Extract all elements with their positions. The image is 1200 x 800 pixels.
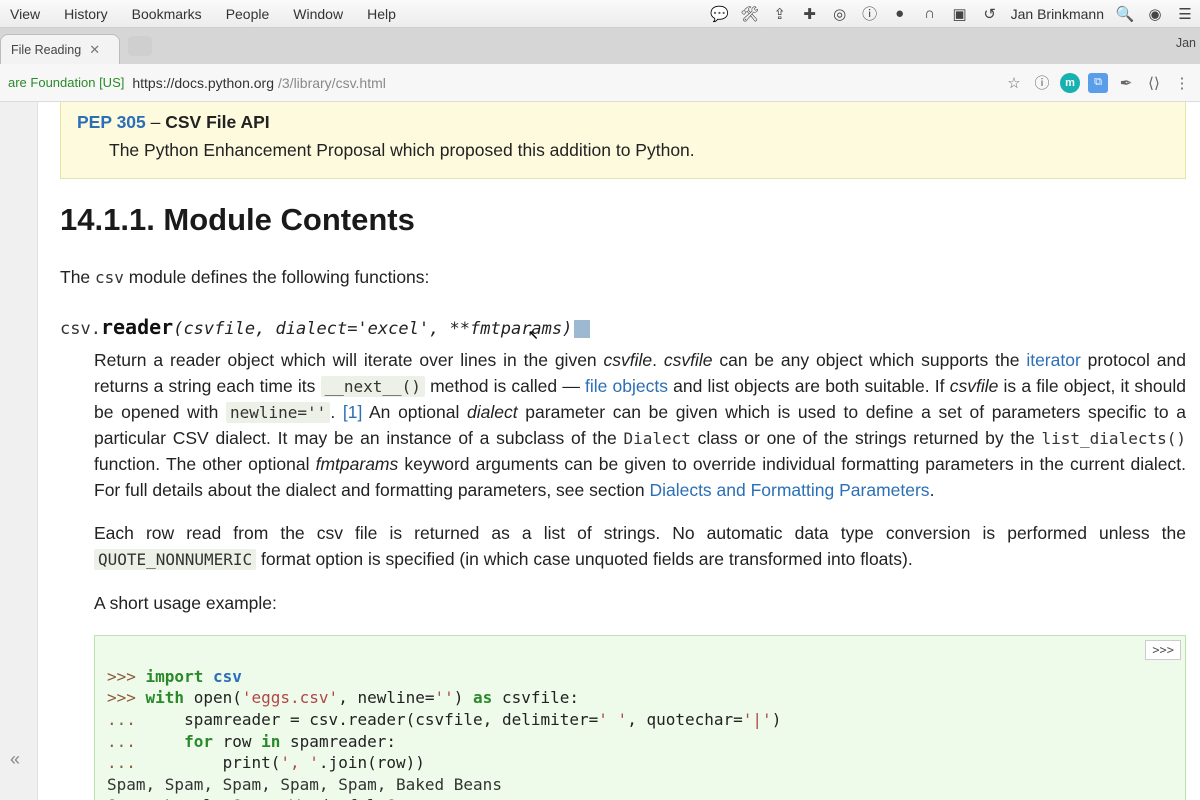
desc-paragraph-3: A short usage example: [94,591,1186,617]
tools-icon[interactable]: 🛠 [741,5,759,23]
quote-nonnumeric-code: QUOTE_NONNUMERIC [94,549,256,570]
intro-paragraph: The csv module defines the following fun… [60,265,1186,291]
intro-pre: The [60,267,95,287]
cc-icon[interactable]: ◎ [831,5,849,23]
url-host: https://docs.python.org [132,75,274,91]
menu-view[interactable]: View [6,4,44,24]
chat-icon[interactable]: 💬 [711,5,729,23]
pep-link[interactable]: PEP 305 [77,112,146,132]
dialects-section-link[interactable]: Dialects and Formatting Parameters [649,480,929,500]
url-path: /3/library/csv.html [278,75,386,91]
tab-title: File Reading [11,43,81,57]
file-objects-link[interactable]: file objects [585,376,668,396]
video-icon[interactable]: ▣ [951,5,969,23]
extension-evernote-icon[interactable]: ✒ [1116,73,1136,93]
collapse-chevron-icon[interactable]: « [10,749,20,770]
function-description: Return a reader object which will iterat… [60,348,1186,617]
menu-window[interactable]: Window [289,4,347,24]
list-dialects-link[interactable]: list_dialects() [1042,428,1187,448]
menu-people[interactable]: People [222,4,274,24]
sig-module: csv. [60,319,101,339]
iterator-link[interactable]: iterator [1026,350,1080,370]
intro-post: module defines the following functions: [124,267,429,287]
page-viewport: « PEP 305 – CSV File API The Python Enha… [0,102,1200,800]
browser-tabstrip: File Reading ✕ Jan [0,28,1200,64]
url-input[interactable]: https://docs.python.org/3/library/csv.ht… [132,75,996,91]
desc-paragraph-1: Return a reader object which will iterat… [94,348,1186,503]
notification-center-icon[interactable]: ☰ [1176,5,1194,23]
window-title-trunc: Jan [1176,36,1196,50]
menu-help[interactable]: Help [363,4,400,24]
menubar-right: 💬 🛠 ⇪ ✚ ◎ ⓘ ● ∩ ▣ ↺ Jan Brinkmann 🔍 ◉ ☰ [711,5,1194,23]
secure-origin-label[interactable]: are Foundation [US] [8,75,124,90]
desc-paragraph-2: Each row read from the csv file is retur… [94,521,1186,573]
sig-params: (csvfile, dialect='excel', **fmtparams) [173,319,572,339]
extension-devtools-icon[interactable]: ⟨⟩ [1144,73,1164,93]
permalink-icon[interactable] [574,320,590,338]
tab-close-icon[interactable]: ✕ [89,42,100,58]
timemachine-icon[interactable]: ↺ [981,5,999,23]
function-signature: csv.reader(csvfile, dialect='excel', **f… [60,313,1186,343]
doc-content: PEP 305 – CSV File API The Python Enhanc… [60,102,1186,800]
seealso-box: PEP 305 – CSV File API The Python Enhanc… [60,102,1186,179]
code-example: >>>>>> import csv >>> with open('eggs.cs… [94,635,1186,800]
new-tab-button[interactable] [128,36,152,56]
menu-bookmarks[interactable]: Bookmarks [128,4,206,24]
extension-tab-icon[interactable]: ⧉ [1088,73,1108,93]
pep-description: The Python Enhancement Proposal which pr… [77,138,1169,164]
newline-code: newline='' [226,402,330,423]
left-scroll-gutter: « [0,102,38,800]
browser-addressbar: are Foundation [US] https://docs.python.… [0,64,1200,102]
dropbox-icon[interactable]: ⇪ [771,5,789,23]
extension-m-icon[interactable]: m [1060,73,1080,93]
menubar-username[interactable]: Jan Brinkmann [1011,6,1104,22]
macos-menubar: View History Bookmarks People Window Hel… [0,0,1200,28]
csv-module-link[interactable]: csv [95,267,124,287]
dot-icon[interactable]: ● [891,5,909,23]
csv-module-code: csv [95,268,124,287]
bookmark-star-icon[interactable]: ☆ [1004,73,1024,93]
section-heading: 14.1.1. Module Contents [60,197,1186,243]
prompt-toggle-button[interactable]: >>> [1145,640,1181,660]
plus-icon[interactable]: ✚ [801,5,819,23]
extension-info-icon[interactable]: ⓘ [1032,73,1052,93]
info-icon[interactable]: ⓘ [861,5,879,23]
spotlight-icon[interactable]: 🔍 [1116,5,1134,23]
pep-title: CSV File API [165,112,269,132]
menubar-left: View History Bookmarks People Window Hel… [6,4,400,24]
next-method-code: __next__() [321,376,425,397]
dialect-class-link[interactable]: Dialect [623,428,690,448]
siri-icon[interactable]: ◉ [1146,5,1164,23]
menu-history[interactable]: History [60,4,112,24]
headphones-icon[interactable]: ∩ [921,5,939,23]
sig-funcname: reader [101,315,173,339]
browser-tab-active[interactable]: File Reading ✕ [0,34,120,64]
footnote-link[interactable]: [1] [343,402,362,422]
chrome-menu-icon[interactable]: ⋮ [1172,73,1192,93]
pep-sep: – [146,112,165,132]
